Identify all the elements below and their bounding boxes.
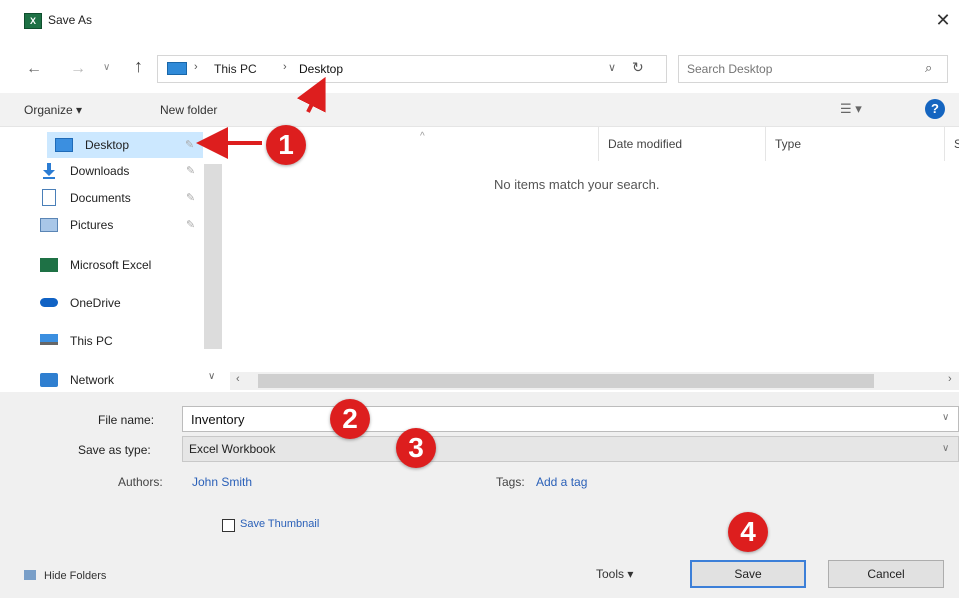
annotation-callout-1: 1 bbox=[266, 125, 306, 165]
up-button[interactable]: ↑ bbox=[134, 56, 143, 77]
nav-item-label: OneDrive bbox=[70, 296, 121, 310]
pin-icon: ✎ bbox=[186, 165, 196, 177]
nav-item-documents[interactable]: Documents ✎ bbox=[40, 185, 200, 211]
title-bar: X Save As ✕ bbox=[0, 0, 959, 40]
nav-item-label: Microsoft Excel bbox=[70, 258, 152, 272]
empty-list-message: No items match your search. bbox=[494, 177, 660, 192]
column-divider[interactable] bbox=[765, 127, 766, 161]
save-as-type-value: Excel Workbook bbox=[189, 442, 276, 456]
nav-item-label: Pictures bbox=[70, 218, 114, 232]
forward-button[interactable]: → bbox=[70, 60, 86, 78]
recent-locations-button[interactable]: ∨ bbox=[103, 62, 110, 73]
nav-item-label: Documents bbox=[70, 191, 131, 205]
scroll-down-icon[interactable]: ∨ bbox=[208, 371, 215, 382]
annotation-callout-3: 3 bbox=[396, 428, 436, 468]
desktop-icon bbox=[55, 138, 73, 152]
address-dropdown-button[interactable]: ∨ bbox=[608, 61, 616, 74]
column-header-size[interactable]: Size bbox=[954, 137, 959, 151]
address-bar[interactable]: › This PC › Desktop ∨ ↻ bbox=[157, 55, 667, 83]
breadcrumb-this-pc[interactable]: This PC bbox=[214, 62, 257, 76]
scroll-left-icon[interactable]: ‹ bbox=[236, 373, 240, 385]
sort-arrow-icon: ^ bbox=[420, 131, 425, 142]
authors-label: Authors: bbox=[118, 475, 163, 489]
tools-button[interactable]: Tools ▾ bbox=[596, 567, 633, 581]
save-as-type-select[interactable]: Excel Workbook bbox=[182, 436, 959, 462]
close-button[interactable]: ✕ bbox=[932, 10, 954, 32]
tags-label: Tags: bbox=[496, 475, 525, 489]
column-divider[interactable] bbox=[944, 127, 945, 161]
nav-item-pictures[interactable]: Pictures ✎ bbox=[40, 212, 200, 238]
add-tag-link[interactable]: Add a tag bbox=[536, 475, 587, 489]
nav-item-microsoft-excel[interactable]: Microsoft Excel bbox=[40, 252, 200, 278]
pin-icon: ✎ bbox=[185, 139, 195, 151]
nav-item-this-pc[interactable]: This PC bbox=[40, 328, 200, 354]
file-list-header: ^ Date modified Type Size bbox=[230, 127, 959, 161]
documents-icon bbox=[42, 189, 56, 206]
computer-icon bbox=[40, 334, 58, 345]
scroll-right-icon[interactable]: › bbox=[948, 373, 952, 385]
cancel-button[interactable]: Cancel bbox=[828, 560, 944, 588]
pin-icon: ✎ bbox=[186, 192, 196, 204]
search-input[interactable] bbox=[687, 61, 907, 77]
help-icon[interactable]: ? bbox=[925, 99, 945, 119]
file-name-label: File name: bbox=[98, 413, 155, 427]
breadcrumb-separator: › bbox=[283, 61, 287, 73]
hide-folders-button[interactable]: Hide Folders bbox=[24, 570, 106, 582]
excel-icon bbox=[40, 258, 58, 272]
nav-item-desktop[interactable]: Desktop ✎ bbox=[47, 132, 203, 158]
nav-item-downloads[interactable]: Downloads ✎ bbox=[40, 158, 200, 184]
download-icon bbox=[42, 162, 56, 179]
file-name-value: Inventory bbox=[191, 412, 245, 427]
horizontal-scrollbar[interactable]: ‹ › bbox=[230, 372, 959, 390]
nav-item-onedrive[interactable]: OneDrive bbox=[40, 290, 200, 316]
organize-button[interactable]: Organize ▾ bbox=[24, 103, 82, 117]
change-view-button[interactable]: ☰ ▾ bbox=[840, 101, 862, 117]
annotation-callout-4: 4 bbox=[728, 512, 768, 552]
nav-pane-scrollbar[interactable] bbox=[204, 164, 222, 349]
file-name-field[interactable]: Inventory bbox=[182, 406, 959, 432]
pin-icon: ✎ bbox=[186, 219, 196, 231]
nav-item-label: Downloads bbox=[70, 164, 130, 178]
network-icon bbox=[40, 373, 58, 387]
onedrive-icon bbox=[40, 298, 58, 307]
hide-folders-label: Hide Folders bbox=[44, 570, 107, 582]
search-icon: ⌕ bbox=[925, 60, 933, 75]
nav-item-label: Desktop bbox=[85, 138, 130, 152]
refresh-button[interactable]: ↻ bbox=[632, 59, 644, 76]
navigation-pane: Desktop ✎ Downloads ✎ Documents ✎ Pictur… bbox=[0, 127, 228, 389]
save-as-type-label: Save as type: bbox=[78, 443, 151, 457]
search-box[interactable]: ⌕ bbox=[678, 55, 948, 83]
column-header-type[interactable]: Type bbox=[775, 137, 801, 151]
save-button[interactable]: Save bbox=[690, 560, 806, 588]
this-pc-icon bbox=[167, 62, 187, 75]
window-title: Save As bbox=[48, 13, 93, 27]
authors-value[interactable]: John Smith bbox=[192, 475, 252, 489]
nav-item-label: Network bbox=[70, 373, 115, 387]
hide-folders-icon bbox=[24, 570, 36, 580]
breadcrumb-desktop[interactable]: Desktop bbox=[299, 62, 343, 76]
breadcrumb-separator: › bbox=[194, 61, 198, 73]
save-thumbnail-checkbox[interactable] bbox=[222, 519, 235, 532]
nav-item-network[interactable]: Network bbox=[40, 367, 200, 393]
annotation-callout-2: 2 bbox=[330, 399, 370, 439]
nav-item-label: This PC bbox=[70, 334, 113, 348]
back-button[interactable]: ← bbox=[26, 60, 42, 78]
column-header-date-modified[interactable]: Date modified bbox=[608, 137, 682, 151]
save-options-panel: File name: Inventory ∨ Save as type: Exc… bbox=[0, 392, 959, 598]
pictures-icon bbox=[40, 218, 58, 232]
save-thumbnail-label[interactable]: Save Thumbnail bbox=[240, 518, 319, 530]
scrollbar-thumb[interactable] bbox=[258, 374, 874, 388]
column-divider[interactable] bbox=[598, 127, 599, 161]
save-as-type-dropdown-icon[interactable]: ∨ bbox=[942, 443, 949, 454]
command-bar: Organize ▾ New folder ☰ ▾ ? bbox=[0, 93, 959, 127]
file-name-dropdown-icon[interactable]: ∨ bbox=[942, 412, 949, 423]
excel-app-icon: X bbox=[24, 13, 42, 29]
new-folder-button[interactable]: New folder bbox=[160, 103, 217, 117]
